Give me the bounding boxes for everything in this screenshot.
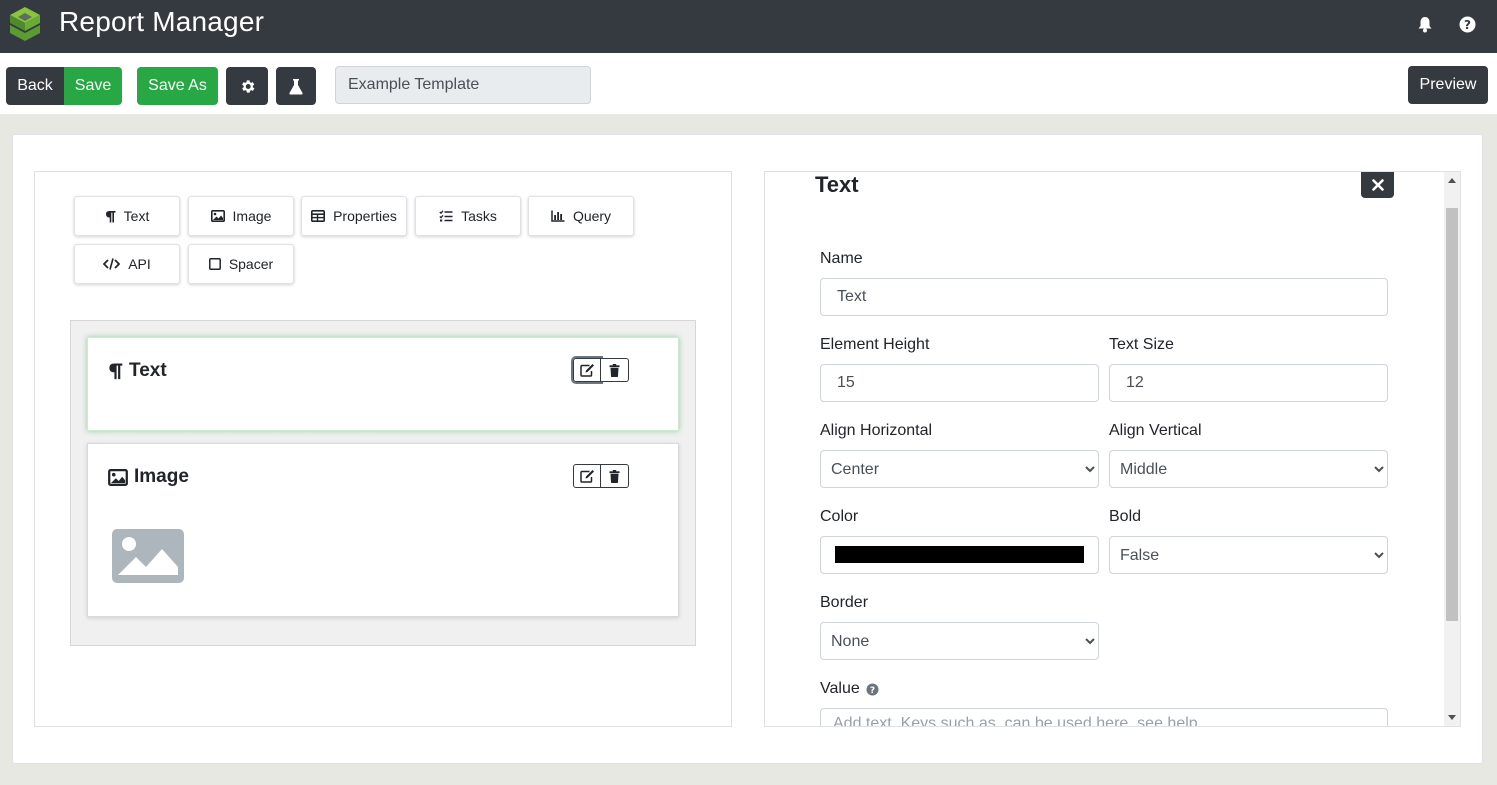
align-horizontal-label: Align Horizontal — [820, 422, 933, 439]
color-swatch — [835, 546, 1084, 563]
bold-label: Bold — [1109, 508, 1142, 525]
text-element-actions — [571, 356, 629, 384]
trash-icon — [609, 469, 620, 483]
code-icon — [103, 258, 121, 270]
add-text-label: Text — [123, 208, 150, 224]
close-editor-button[interactable] — [1361, 172, 1394, 198]
question-circle-icon[interactable]: ? — [1457, 14, 1477, 34]
element-editor-panel: Text Name Element Height Text Size Align… — [764, 171, 1461, 727]
scroll-thumb[interactable] — [1446, 208, 1458, 621]
settings-button[interactable] — [226, 67, 268, 105]
add-query-button[interactable]: Query — [528, 196, 634, 236]
align-vertical-select[interactable]: Middle — [1109, 450, 1388, 488]
save-as-button[interactable]: Save As — [137, 67, 218, 105]
gear-icon — [241, 79, 254, 93]
text-element-label: Text — [129, 360, 167, 381]
text-size-label: Text Size — [1109, 336, 1174, 353]
image-placeholder-icon — [112, 529, 184, 583]
element-height-input[interactable] — [820, 364, 1099, 402]
image-element-delete-button[interactable] — [601, 464, 629, 488]
image-icon — [108, 468, 128, 486]
add-image-button[interactable]: Image — [188, 196, 294, 236]
save-button[interactable]: Save — [64, 67, 122, 105]
template-name-input[interactable] — [335, 66, 591, 104]
flask-icon — [289, 78, 303, 94]
back-button[interactable]: Back — [6, 67, 64, 105]
bold-select[interactable]: False — [1109, 536, 1388, 574]
name-label: Name — [820, 250, 863, 267]
toolbar: Back Save Save As Preview — [0, 53, 1497, 114]
trash-icon — [609, 363, 620, 377]
svg-text:?: ? — [870, 686, 875, 696]
close-icon — [1371, 178, 1384, 191]
stacked-layers-logo — [10, 7, 40, 41]
edit-icon — [579, 364, 594, 377]
text-element-title: Text — [108, 360, 167, 382]
scroll-up-arrow[interactable] — [1448, 178, 1456, 183]
app-header: Report Manager ? — [0, 0, 1497, 53]
image-element-actions — [573, 464, 629, 488]
editor-title: Text — [815, 172, 859, 197]
add-query-label: Query — [572, 208, 612, 224]
add-tasks-button[interactable]: Tasks — [415, 196, 521, 236]
test-button[interactable] — [276, 67, 316, 105]
svg-text:?: ? — [1464, 18, 1471, 32]
add-properties-button[interactable]: Properties — [301, 196, 407, 236]
name-input[interactable] — [820, 278, 1388, 316]
editor-scrollbar[interactable] — [1444, 172, 1460, 726]
image-element-edit-button[interactable] — [573, 464, 601, 488]
align-horizontal-select[interactable]: Center — [820, 450, 1099, 488]
square-icon — [208, 258, 221, 270]
image-icon — [210, 210, 225, 222]
add-spacer-label: Spacer — [228, 256, 274, 272]
paragraph-icon — [105, 210, 116, 222]
text-element-delete-button[interactable] — [601, 358, 629, 382]
bell-icon[interactable] — [1415, 14, 1435, 34]
scroll-down-arrow[interactable] — [1448, 715, 1456, 720]
report-canvas[interactable]: BODY Text Image — [70, 320, 696, 646]
tasks-icon — [439, 210, 453, 222]
add-api-button[interactable]: API — [74, 244, 180, 284]
question-circle-icon[interactable]: ? — [866, 683, 879, 696]
add-spacer-button[interactable]: Spacer — [188, 244, 294, 284]
color-label: Color — [820, 508, 859, 525]
table-icon — [311, 210, 326, 222]
add-image-label: Image — [232, 208, 272, 224]
edit-icon — [579, 470, 594, 483]
element-height-label: Element Height — [820, 336, 930, 353]
border-select[interactable]: None — [820, 622, 1099, 660]
app-title: Report Manager — [59, 6, 265, 37]
preview-button[interactable]: Preview — [1408, 66, 1488, 104]
text-element-card[interactable]: Text — [87, 337, 679, 431]
align-vertical-label: Align Vertical — [1109, 422, 1202, 439]
border-label: Border — [820, 594, 869, 611]
add-api-label: API — [128, 256, 151, 272]
text-element-edit-button[interactable] — [571, 356, 603, 384]
image-element-label: Image — [134, 466, 189, 487]
value-label-row: Value ? — [820, 680, 879, 698]
image-element-title: Image — [108, 466, 189, 488]
image-element-card[interactable]: Image — [87, 443, 679, 617]
add-text-button[interactable]: Text — [74, 196, 180, 236]
color-picker[interactable] — [820, 536, 1099, 574]
value-label: Value — [820, 680, 860, 697]
paragraph-icon — [109, 363, 123, 380]
text-size-input[interactable] — [1109, 364, 1388, 402]
bar-chart-icon — [551, 210, 565, 222]
value-textarea[interactable] — [820, 708, 1388, 726]
add-properties-label: Properties — [333, 208, 397, 224]
add-tasks-label: Tasks — [461, 208, 497, 224]
